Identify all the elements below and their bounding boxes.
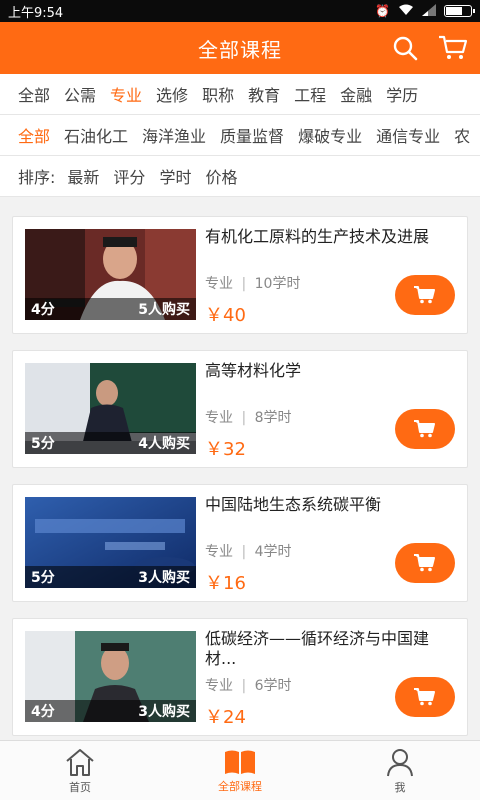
subcategory-agriculture[interactable]: 农	[454, 123, 470, 147]
course-title[interactable]: 低碳经济——循环经济与中国建材...	[205, 629, 435, 669]
category-degree[interactable]: 学历	[386, 82, 418, 106]
course-hours: 6学时	[254, 678, 292, 694]
sort-hours[interactable]: 学时	[159, 164, 191, 188]
course-meta: 专业 | 6学时	[205, 675, 292, 695]
search-icon	[393, 36, 418, 61]
tab-home-label: 首页	[69, 780, 91, 794]
course-hours: 4学时	[254, 544, 292, 560]
course-hours: 8学时	[254, 410, 292, 426]
category-row: 全部 公需 专业 选修 职称 教育 工程 金融 学历	[0, 74, 480, 115]
course-hours: 10学时	[254, 276, 301, 292]
course-rating: 5分	[31, 570, 55, 586]
tab-me-label: 我	[394, 780, 406, 794]
subcategory-row: 全部 石油化工 海洋渔业 质量监督 爆破专业 通信专业 农	[0, 115, 480, 156]
cart-button[interactable]	[438, 33, 468, 63]
status-bar: 上午9:54 ⏰	[0, 0, 480, 22]
course-thumbnail[interactable]: 5分 3人购买	[25, 497, 196, 588]
course-meta: 专业 | 4学时	[205, 541, 292, 561]
sort-latest[interactable]: 最新	[67, 164, 99, 188]
course-list: 4分 5人购买 有机化工原料的生产技术及进展 专业 | 10学时 ￥40 5分 …	[0, 200, 480, 740]
subcategory-quality-supervision[interactable]: 质量监督	[220, 123, 284, 147]
subcategory-blasting[interactable]: 爆破专业	[298, 123, 362, 147]
category-education[interactable]: 教育	[248, 82, 280, 106]
category-title[interactable]: 职称	[202, 82, 234, 106]
course-meta: 专业 | 8学时	[205, 407, 292, 427]
course-price: ￥40	[205, 305, 246, 326]
cart-icon	[414, 286, 435, 304]
alarm-icon: ⏰	[375, 4, 390, 18]
app-bar: 全部课程	[0, 22, 480, 74]
subcategory-all[interactable]: 全部	[18, 123, 50, 147]
subcategory-marine-fishery[interactable]: 海洋渔业	[142, 123, 206, 147]
course-category: 专业	[205, 544, 233, 560]
course-category: 专业	[205, 678, 233, 694]
course-card[interactable]: 5分 4人购买 高等材料化学 专业 | 8学时 ￥32	[12, 350, 468, 468]
course-thumbnail[interactable]: 5分 4人购买	[25, 363, 196, 454]
category-engineering[interactable]: 工程	[294, 82, 326, 106]
course-category: 专业	[205, 410, 233, 426]
sort-row: 排序: 最新 评分 学时 价格	[0, 156, 480, 197]
course-buyers: 5人购买	[138, 302, 190, 318]
signal-icon	[422, 3, 436, 19]
add-to-cart-button[interactable]	[395, 409, 455, 449]
course-card[interactable]: 5分 3人购买 中国陆地生态系统碳平衡 专业 | 4学时 ￥16	[12, 484, 468, 602]
course-price: ￥32	[205, 439, 246, 460]
course-category: 专业	[205, 276, 233, 292]
meta-separator: |	[241, 678, 247, 694]
category-public[interactable]: 公需	[64, 82, 96, 106]
course-buyers: 3人购买	[138, 570, 190, 586]
cart-icon	[414, 688, 435, 706]
user-icon	[387, 748, 413, 776]
category-finance[interactable]: 金融	[340, 82, 372, 106]
sort-price[interactable]: 价格	[205, 164, 237, 188]
add-to-cart-button[interactable]	[395, 677, 455, 717]
bottom-tab-bar: 首页 全部课程 我	[0, 740, 480, 800]
tab-me[interactable]: 我	[320, 741, 480, 800]
page-title: 全部课程	[198, 37, 282, 62]
course-card[interactable]: 4分 3人购买 低碳经济——循环经济与中国建材... 专业 | 6学时 ￥24	[12, 618, 468, 736]
wifi-icon	[398, 4, 414, 19]
tab-all-courses-label: 全部课程	[218, 779, 262, 793]
meta-separator: |	[241, 544, 247, 560]
course-title[interactable]: 有机化工原料的生产技术及进展	[205, 227, 435, 247]
course-rating: 5分	[31, 436, 55, 452]
battery-icon	[444, 5, 475, 17]
tab-home[interactable]: 首页	[0, 741, 160, 800]
category-professional[interactable]: 专业	[110, 82, 142, 106]
course-rating: 4分	[31, 704, 55, 720]
meta-separator: |	[241, 276, 247, 292]
course-card[interactable]: 4分 5人购买 有机化工原料的生产技术及进展 专业 | 10学时 ￥40	[12, 216, 468, 334]
course-buyers: 3人购买	[138, 704, 190, 720]
category-elective[interactable]: 选修	[156, 82, 188, 106]
cart-icon	[414, 554, 435, 572]
sort-label: 排序:	[18, 168, 56, 187]
course-meta: 专业 | 10学时	[205, 273, 300, 293]
filter-panel: 全部 公需 专业 选修 职称 教育 工程 金融 学历 全部 石油化工 海洋渔业 …	[0, 74, 480, 197]
course-buyers: 4人购买	[138, 436, 190, 452]
meta-separator: |	[241, 410, 247, 426]
category-all[interactable]: 全部	[18, 82, 50, 106]
course-price: ￥16	[205, 573, 246, 594]
add-to-cart-button[interactable]	[395, 543, 455, 583]
tab-all-courses[interactable]: 全部课程	[160, 741, 320, 800]
search-button[interactable]	[390, 33, 420, 63]
home-icon	[66, 748, 94, 776]
subcategory-communication[interactable]: 通信专业	[376, 123, 440, 147]
cart-icon	[439, 35, 468, 59]
book-icon	[225, 750, 255, 774]
course-title[interactable]: 中国陆地生态系统碳平衡	[205, 495, 435, 515]
add-to-cart-button[interactable]	[395, 275, 455, 315]
course-rating: 4分	[31, 302, 55, 318]
course-thumbnail[interactable]: 4分 5人购买	[25, 229, 196, 320]
course-title[interactable]: 高等材料化学	[205, 361, 435, 381]
subcategory-petrochemical[interactable]: 石油化工	[64, 123, 128, 147]
course-price: ￥24	[205, 707, 246, 728]
cart-icon	[414, 420, 435, 438]
sort-rating[interactable]: 评分	[113, 164, 145, 188]
status-time: 上午9:54	[8, 5, 64, 21]
course-thumbnail[interactable]: 4分 3人购买	[25, 631, 196, 722]
